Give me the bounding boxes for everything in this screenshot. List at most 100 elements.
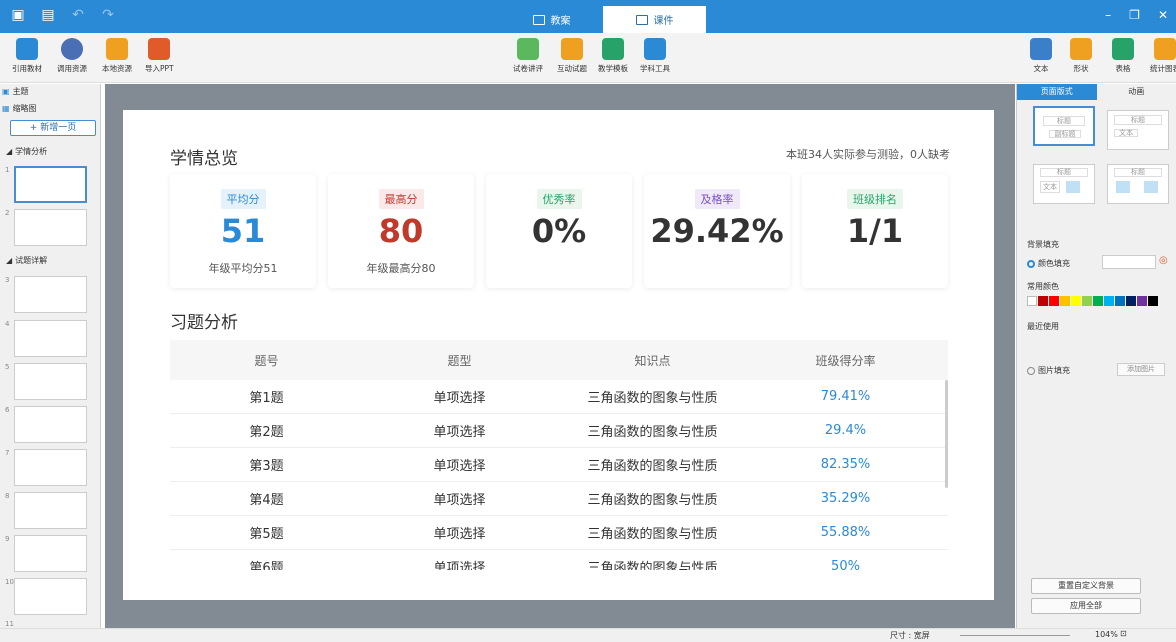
table-header: 题号 题型 知识点 班级得分率 <box>170 340 948 380</box>
cite-textbook-button[interactable]: 引用教材 <box>12 38 42 74</box>
bar-chart-icon <box>1154 38 1176 60</box>
group-learning-analysis[interactable]: ◢ 学情分析 <box>6 146 47 157</box>
color-swatch[interactable] <box>1137 296 1147 306</box>
slide-thumbnail[interactable] <box>14 363 87 400</box>
tab-courseware[interactable]: 课件 <box>603 6 706 33</box>
slide-thumbnail[interactable] <box>14 406 87 443</box>
slide-thumbnail[interactable] <box>14 535 87 572</box>
theme-icon: ▣ <box>2 87 10 96</box>
color-swatch[interactable] <box>1071 296 1081 306</box>
redo-icon[interactable]: ↷ <box>100 7 116 23</box>
title-bar: ▣ ▤ ↶ ↷ 教案 课件 – ❐ ✕ <box>0 0 1176 33</box>
close-icon[interactable]: ✕ <box>1158 8 1168 22</box>
stat-card-excellent-rate: 优秀率 0% <box>486 174 632 288</box>
shape-button[interactable]: 形状 <box>1070 38 1092 74</box>
text-icon <box>1030 38 1052 60</box>
cloud-download-icon <box>61 38 83 60</box>
table-scrollbar[interactable] <box>945 380 948 488</box>
exam-review-button[interactable]: 试卷讲评 <box>513 38 543 74</box>
chart-button[interactable]: 统计图表 <box>1150 38 1176 74</box>
zoom-level: 104% <box>1095 630 1118 639</box>
color-wheel-icon[interactable]: ◎ <box>1159 255 1168 266</box>
color-swatches <box>1027 296 1159 306</box>
theme-item[interactable]: ▣ 主题 <box>2 86 29 97</box>
subject-tools-button[interactable]: 学科工具 <box>640 38 670 74</box>
layout-title-subtitle[interactable]: 标题 副标题 <box>1033 106 1095 146</box>
text-button[interactable]: 文本 <box>1030 38 1052 74</box>
slide-thumbnail[interactable] <box>14 492 87 529</box>
slide-thumbnail[interactable] <box>14 166 87 203</box>
shape-icon <box>1070 38 1092 60</box>
layout-title-text[interactable]: 标题 文本 <box>1107 110 1169 150</box>
color-swatch[interactable] <box>1027 296 1037 306</box>
minimize-icon[interactable]: – <box>1105 8 1111 22</box>
template-icon <box>602 38 624 60</box>
apply-all-button[interactable]: 应用全部 <box>1031 598 1141 614</box>
layout-two-images[interactable]: 标题 <box>1107 164 1169 204</box>
color-swatch[interactable] <box>1115 296 1125 306</box>
reset-background-button[interactable]: 重置自定义背景 <box>1031 578 1141 594</box>
teaching-template-button[interactable]: 教学模板 <box>598 38 628 74</box>
color-fill-option[interactable]: 颜色填充 <box>1027 258 1070 269</box>
local-resource-button[interactable]: 本地资源 <box>102 38 132 74</box>
collapse-icon: ◢ <box>6 256 13 265</box>
call-resource-button[interactable]: 调用资源 <box>57 38 87 74</box>
fit-icon[interactable]: ⊡ <box>1120 629 1127 638</box>
ribbon-toolbar: 引用教材 调用资源 本地资源 导入PPT 试卷讲评 互动试题 教学模板 学科工具… <box>0 33 1176 83</box>
color-swatch[interactable] <box>1104 296 1114 306</box>
slides-icon <box>635 14 648 25</box>
tools-icon <box>644 38 666 60</box>
image-placeholder-icon <box>1066 181 1080 193</box>
color-swatch[interactable] <box>1126 296 1136 306</box>
tab-lesson-plan[interactable]: 教案 <box>500 6 603 33</box>
radio-checked-icon <box>1027 259 1035 268</box>
outline-item[interactable]: ▦ 缩略图 <box>2 103 37 114</box>
color-swatch[interactable] <box>1060 296 1070 306</box>
stat-card-class-rank: 班级排名 1/1 <box>802 174 948 288</box>
table-row: 第5题 单项选择 三角函数的图象与性质 55.88% <box>170 516 948 550</box>
interactive-quiz-button[interactable]: 互动试题 <box>557 38 587 74</box>
exercise-table: 题号 题型 知识点 班级得分率 第1题 单项选择 三角函数的图象与性质 79.41% … <box>170 340 948 570</box>
tab-animation[interactable]: 动画 <box>1097 84 1176 100</box>
page-size-label[interactable]: 尺寸 : 宽屏 <box>890 630 930 641</box>
slide-thumbnail[interactable] <box>14 276 87 313</box>
zoom-slider[interactable] <box>960 635 1070 636</box>
import-ppt-button[interactable]: 导入PPT <box>145 38 174 74</box>
bg-fill-label: 背景填充 <box>1027 240 1059 249</box>
color-swatch[interactable] <box>1148 296 1158 306</box>
table-row: 第2题 单项选择 三角函数的图象与性质 29.4% <box>170 414 948 448</box>
tab-page-layout[interactable]: 页面版式 <box>1017 84 1097 100</box>
recent-colors-label: 最近使用 <box>1027 322 1059 331</box>
undo-icon[interactable]: ↶ <box>70 7 86 23</box>
stat-card-average: 平均分 51 年级平均分51 <box>170 174 316 288</box>
table-row: 第6题 单项选择 三角函数的图象与性质 50% <box>170 550 948 570</box>
book-icon <box>16 38 38 60</box>
slide-thumbnail[interactable] <box>14 449 87 486</box>
color-swatch[interactable] <box>1038 296 1048 306</box>
stat-card-pass-rate: 及格率 29.42% <box>644 174 790 288</box>
slide-thumbnail[interactable] <box>14 578 87 615</box>
color-picker-field[interactable] <box>1102 255 1156 269</box>
table-row: 第1题 单项选择 三角函数的图象与性质 79.41% <box>170 380 948 414</box>
slide-thumbnail[interactable] <box>14 320 87 357</box>
save-icon[interactable]: ▣ <box>10 7 26 23</box>
add-image-button[interactable]: 添加图片 <box>1117 363 1165 376</box>
group-question-detail[interactable]: ◢ 试题详解 <box>6 255 47 266</box>
color-swatch[interactable] <box>1082 296 1092 306</box>
status-bar: 尺寸 : 宽屏 104% ⊡ <box>0 628 1176 642</box>
image-fill-option[interactable]: 图片填充 <box>1027 365 1070 376</box>
new-page-button[interactable]: + 新增一页 <box>10 120 96 136</box>
color-swatch[interactable] <box>1049 296 1059 306</box>
layout-text-image[interactable]: 标题 文本 <box>1033 164 1095 204</box>
ppt-icon <box>148 38 171 60</box>
table-icon <box>1112 38 1134 60</box>
restore-icon[interactable]: ❐ <box>1129 8 1140 22</box>
color-swatch[interactable] <box>1093 296 1103 306</box>
slide[interactable]: 学情总览 本班34人实际参与测验，0人缺考 平均分 51 年级平均分51 最高分… <box>123 110 994 600</box>
slide-thumbnail[interactable] <box>14 209 87 246</box>
table-button[interactable]: 表格 <box>1112 38 1134 74</box>
image-placeholder-icon <box>1116 181 1130 193</box>
grid-icon: ▦ <box>2 104 10 113</box>
save-as-icon[interactable]: ▤ <box>40 7 56 23</box>
common-colors-label: 常用颜色 <box>1027 282 1059 291</box>
